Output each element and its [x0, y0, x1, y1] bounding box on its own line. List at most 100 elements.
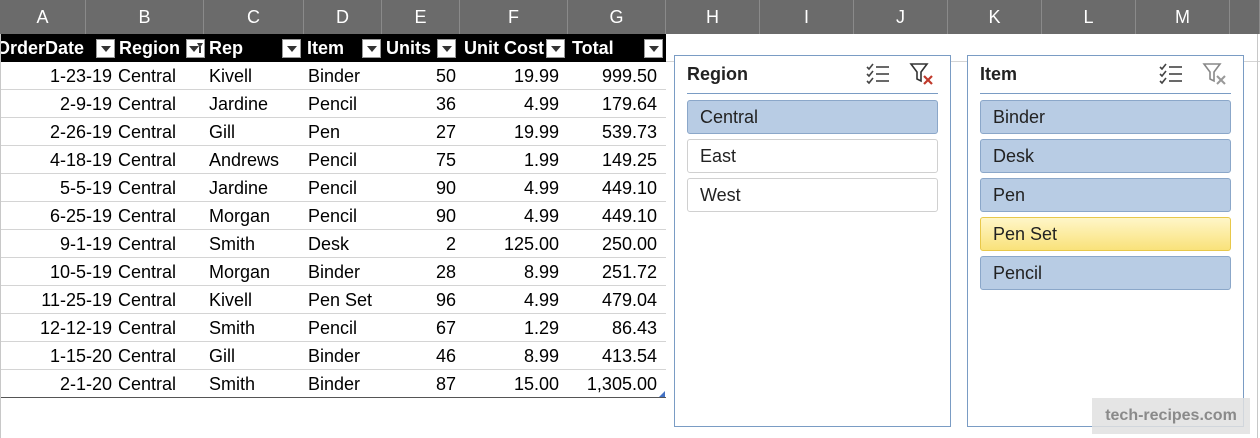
table-cell[interactable]: 149.25 [568, 146, 657, 174]
table-cell[interactable]: Binder [308, 258, 382, 286]
table-cell[interactable]: Central [118, 342, 206, 370]
table-cell[interactable]: 179.64 [568, 90, 657, 118]
table-cell[interactable]: 449.10 [568, 202, 657, 230]
table-cell[interactable]: Central [118, 146, 206, 174]
table-cell[interactable]: 2 [382, 230, 456, 258]
table-cell[interactable]: Desk [308, 230, 382, 258]
column-letter[interactable]: M [1136, 0, 1230, 34]
table-cell[interactable]: Central [118, 314, 206, 342]
table-cell[interactable]: Central [118, 258, 206, 286]
table-cell[interactable]: 4.99 [460, 286, 559, 314]
table-cell[interactable]: Kivell [209, 286, 304, 314]
table-cell[interactable]: 539.73 [568, 118, 657, 146]
column-letter[interactable]: J [854, 0, 948, 34]
table-cell[interactable]: Smith [209, 314, 304, 342]
table-cell[interactable]: Jardine [209, 174, 304, 202]
table-cell[interactable]: 4.99 [460, 174, 559, 202]
table-cell[interactable]: Jardine [209, 90, 304, 118]
table-cell[interactable]: 479.04 [568, 286, 657, 314]
table-cell[interactable]: 1-23-19 [0, 62, 112, 90]
column-letter[interactable]: G [568, 0, 666, 34]
column-letter[interactable]: L [1042, 0, 1136, 34]
slicer-item-binder[interactable]: Binder [980, 100, 1231, 134]
table-cell[interactable]: 125.00 [460, 230, 559, 258]
table-cell[interactable]: Andrews [209, 146, 304, 174]
column-letter[interactable]: K [948, 0, 1042, 34]
table-cell[interactable]: 75 [382, 146, 456, 174]
slicer-item-pen[interactable]: Pen [980, 178, 1231, 212]
filter-dropdown-button[interactable] [362, 39, 381, 58]
slicer-item-east[interactable]: East [687, 139, 938, 173]
table-cell[interactable]: 1.29 [460, 314, 559, 342]
multi-select-icon[interactable] [1158, 62, 1184, 86]
table-cell[interactable]: 67 [382, 314, 456, 342]
clear-filter-icon[interactable] [909, 62, 935, 86]
column-letter[interactable]: H [666, 0, 760, 34]
table-cell[interactable]: Central [118, 174, 206, 202]
table-cell[interactable]: Central [118, 370, 206, 398]
slicer-item-west[interactable]: West [687, 178, 938, 212]
table-cell[interactable]: 449.10 [568, 174, 657, 202]
filter-dropdown-button[interactable] [96, 39, 115, 58]
table-cell[interactable]: 413.54 [568, 342, 657, 370]
table-cell[interactable]: 10-5-19 [0, 258, 112, 286]
column-letter[interactable]: I [760, 0, 854, 34]
table-cell[interactable]: 4.99 [460, 90, 559, 118]
table-cell[interactable]: Central [118, 230, 206, 258]
table-cell[interactable]: 2-1-20 [0, 370, 112, 398]
table-cell[interactable]: Pen [308, 118, 382, 146]
table-cell[interactable]: 2-9-19 [0, 90, 112, 118]
table-cell[interactable]: Pencil [308, 90, 382, 118]
table-cell[interactable]: Kivell [209, 62, 304, 90]
column-letter[interactable]: A [0, 0, 86, 34]
table-cell[interactable]: Central [118, 62, 206, 90]
table-cell[interactable]: 2-26-19 [0, 118, 112, 146]
table-cell[interactable]: 251.72 [568, 258, 657, 286]
table-cell[interactable]: Smith [209, 370, 304, 398]
filter-applied-dropdown-button[interactable] [186, 39, 205, 58]
table-cell[interactable]: Central [118, 90, 206, 118]
table-cell[interactable]: 19.99 [460, 62, 559, 90]
slicer-item-desk[interactable]: Desk [980, 139, 1231, 173]
table-cell[interactable]: Pencil [308, 314, 382, 342]
table-cell[interactable]: Morgan [209, 258, 304, 286]
table-cell[interactable]: 50 [382, 62, 456, 90]
table-cell[interactable]: 8.99 [460, 342, 559, 370]
table-cell[interactable]: 8.99 [460, 258, 559, 286]
filter-dropdown-button[interactable] [437, 39, 456, 58]
table-cell[interactable]: Pencil [308, 202, 382, 230]
table-cell[interactable]: 19.99 [460, 118, 559, 146]
table-cell[interactable]: 90 [382, 202, 456, 230]
table-cell[interactable]: Binder [308, 342, 382, 370]
table-cell[interactable]: 4-18-19 [0, 146, 112, 174]
table-cell[interactable]: 15.00 [460, 370, 559, 398]
table-cell[interactable]: 1,305.00 [568, 370, 657, 398]
table-cell[interactable]: Pencil [308, 174, 382, 202]
table-cell[interactable]: 46 [382, 342, 456, 370]
slicer-item-pen-set[interactable]: Pen Set [980, 217, 1231, 251]
column-letter[interactable]: B [86, 0, 204, 34]
table-cell[interactable]: 4.99 [460, 202, 559, 230]
multi-select-icon[interactable] [865, 62, 891, 86]
table-cell[interactable]: 28 [382, 258, 456, 286]
table-cell[interactable]: 90 [382, 174, 456, 202]
table-cell[interactable]: Central [118, 202, 206, 230]
table-cell[interactable]: 6-25-19 [0, 202, 112, 230]
table-cell[interactable]: Binder [308, 370, 382, 398]
table-cell[interactable]: Gill [209, 118, 304, 146]
table-cell[interactable]: 96 [382, 286, 456, 314]
table-cell[interactable]: 11-25-19 [0, 286, 112, 314]
table-cell[interactable]: Pencil [308, 146, 382, 174]
table-cell[interactable]: 86.43 [568, 314, 657, 342]
column-letter[interactable]: C [204, 0, 304, 34]
filter-dropdown-button[interactable] [546, 39, 565, 58]
slicer-item-pencil[interactable]: Pencil [980, 256, 1231, 290]
table-cell[interactable]: Pen Set [308, 286, 382, 314]
table-cell[interactable]: 36 [382, 90, 456, 118]
table-cell[interactable]: Morgan [209, 202, 304, 230]
table-cell[interactable]: 1.99 [460, 146, 559, 174]
table-cell[interactable]: 9-1-19 [0, 230, 112, 258]
table-cell[interactable]: 999.50 [568, 62, 657, 90]
clear-filter-icon[interactable] [1202, 62, 1228, 86]
filter-dropdown-button[interactable] [644, 39, 663, 58]
